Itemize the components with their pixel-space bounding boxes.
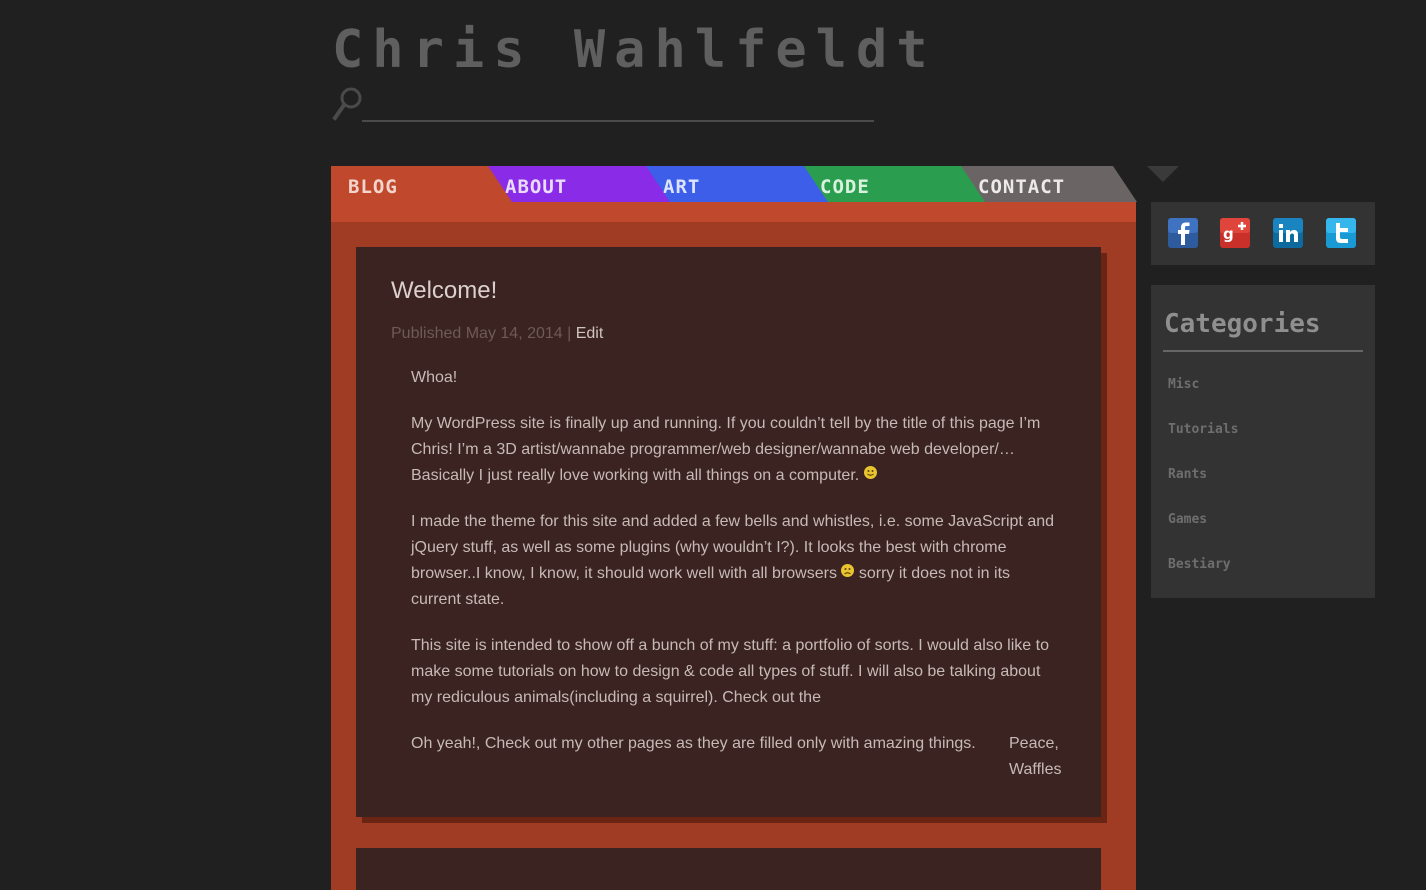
post-paragraph-text: My WordPress site is finally up and runn…	[411, 415, 1041, 484]
category-link[interactable]: Games	[1168, 512, 1207, 527]
post-paragraph: My WordPress site is finally up and runn…	[411, 411, 1061, 489]
post-body: Whoa! My WordPress site is finally up an…	[411, 365, 1061, 783]
twitter-icon[interactable]	[1325, 217, 1357, 249]
post-date: Published May 14, 2014 |	[391, 325, 576, 342]
categories-widget: Categories Misc Tutorials Rants Games Be…	[1151, 285, 1375, 598]
content-frame-strip	[331, 202, 1136, 222]
smiley-icon	[863, 466, 877, 479]
divider	[1163, 350, 1363, 352]
signature: Peace, Waffles	[1009, 731, 1061, 783]
linkedin-icon[interactable]	[1272, 217, 1304, 249]
social-links: g	[1151, 202, 1375, 265]
svg-text:g: g	[1223, 225, 1234, 243]
dropdown-arrow-icon[interactable]	[1147, 166, 1179, 182]
category-link[interactable]: Misc	[1168, 377, 1199, 392]
tab-contact[interactable]: CONTACT	[961, 166, 1137, 202]
tab-blog[interactable]: BLOG	[331, 166, 512, 202]
categories-title: Categories	[1164, 309, 1321, 339]
sad-face-icon	[841, 564, 855, 577]
blog-post: Welcome! Published May 14, 2014 | Edit W…	[356, 247, 1101, 817]
tab-about[interactable]: ABOUT	[488, 166, 670, 202]
tab-art[interactable]: ART	[646, 166, 828, 202]
edit-link[interactable]: Edit	[576, 325, 604, 342]
category-link[interactable]: Bestiary	[1168, 557, 1231, 572]
signoff-name: Waffles	[1009, 761, 1062, 778]
post-closing-text: Oh yeah!, Check out my other pages as th…	[411, 735, 976, 752]
next-post-card	[356, 848, 1101, 890]
post-paragraph: Whoa!	[411, 369, 458, 386]
google-plus-icon[interactable]: g	[1219, 217, 1251, 249]
page: Chris Wahlfeldt BLOG ABOUT ART CODE CONT…	[0, 0, 1426, 890]
post-paragraph: This site is intended to show off a bunc…	[411, 637, 1049, 706]
search-input[interactable]	[362, 92, 874, 122]
post-paragraph: I made the theme for this site and added…	[411, 509, 1061, 613]
category-link[interactable]: Tutorials	[1168, 422, 1238, 437]
main-nav: BLOG ABOUT ART CODE CONTACT	[331, 166, 1137, 202]
search-icon[interactable]	[332, 86, 364, 122]
tab-code[interactable]: CODE	[803, 166, 985, 202]
site-title[interactable]: Chris Wahlfeldt	[332, 22, 937, 78]
post-signoff: Oh yeah!, Check out my other pages as th…	[411, 731, 1061, 783]
post-meta: Published May 14, 2014 | Edit	[391, 325, 603, 343]
category-link[interactable]: Rants	[1168, 467, 1207, 482]
facebook-icon[interactable]	[1167, 217, 1199, 249]
signoff-line: Peace,	[1009, 735, 1059, 752]
post-title[interactable]: Welcome!	[391, 277, 497, 305]
